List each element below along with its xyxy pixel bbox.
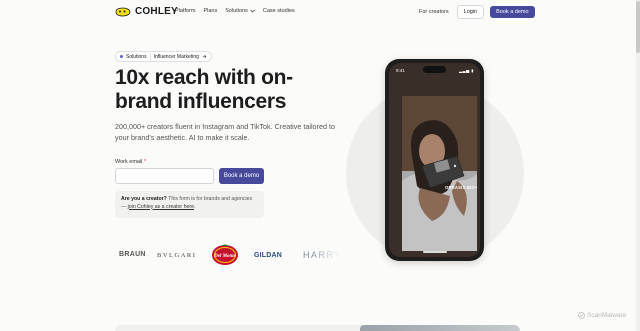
solutions-dot-icon — [120, 55, 123, 58]
svg-text:Del Monte: Del Monte — [213, 254, 237, 259]
status-icons: ▂▃▅ ▮ — [458, 68, 474, 73]
status-time: 9:41 — [396, 68, 405, 73]
brands-fade — [310, 244, 340, 268]
video-overlay-text: ORRASIS BIO+ — [445, 185, 478, 190]
breadcrumb-solutions[interactable]: Solutions — [126, 54, 147, 60]
nav-link-solutions-label: Solutions — [225, 8, 248, 14]
top-nav: COHLEY Platform Plans Solutions Case stu… — [0, 0, 640, 24]
scrollbar[interactable] — [636, 0, 640, 331]
watermark-text: ScanMalware — [587, 312, 627, 319]
hero-subtext: 200,000+ creators fluent in Instagram an… — [115, 122, 335, 142]
nav-book-demo-button[interactable]: Book a demo — [490, 6, 535, 18]
home-indicator — [423, 251, 447, 253]
breadcrumb-current: Influencer Marketing — [153, 53, 199, 60]
arrow-right-icon — [202, 54, 207, 59]
creator-note-end: . — [193, 203, 196, 210]
cohley-logo[interactable]: COHLEY — [115, 6, 178, 17]
nav-links: Platform Plans Solutions Case studies — [175, 8, 295, 14]
gildan-logo: GILDAN — [254, 252, 283, 259]
login-button[interactable]: Login — [456, 5, 485, 19]
email-label-text: Work email — [115, 159, 143, 165]
del-monte-logo: Del Monte — [212, 244, 238, 265]
logo-wordmark: COHLEY — [135, 6, 178, 17]
creator-note: Are you a creator? This form is for bran… — [115, 191, 264, 218]
hero-book-demo-button[interactable]: Book a demo — [219, 168, 264, 184]
influencer-video[interactable] — [402, 96, 477, 251]
phone-notch — [423, 66, 446, 73]
join-as-creator-link[interactable]: join Cohley as a creator here — [128, 204, 194, 210]
phone-mockup: 9:41 ▂▃▅ ▮ ORRASIS BIO+ — [385, 59, 484, 261]
chevron-down-icon — [250, 9, 255, 13]
required-mark: * — [143, 159, 147, 165]
creator-note-title: Are you a creator? — [121, 196, 167, 202]
video-scene-image — [402, 96, 477, 251]
work-email-input[interactable] — [115, 168, 214, 184]
hero-headline: 10x reach with on-brand influencers — [115, 66, 293, 113]
for-creators-link[interactable]: For creators — [419, 9, 449, 15]
nav-link-case-studies[interactable]: Case studies — [263, 8, 295, 14]
next-section-image — [360, 325, 520, 331]
braun-logo: BRAUN — [119, 251, 146, 258]
nav-link-platform[interactable]: Platform — [175, 8, 195, 14]
scrollbar-thumb[interactable] — [636, 1, 640, 53]
phone-screen: 9:41 ▂▃▅ ▮ ORRASIS BIO+ — [389, 63, 480, 257]
email-label: Work email * — [115, 159, 146, 165]
breadcrumb-divider — [149, 52, 151, 61]
bvlgari-logo: BVLGARI — [157, 252, 197, 259]
brand-logos: BRAUN BVLGARI Del Monte GILDAN HARRY — [115, 244, 340, 268]
nav-link-solutions[interactable]: Solutions — [225, 8, 255, 14]
breadcrumb: Solutions Influencer Marketing — [115, 51, 212, 62]
nav-actions: For creators Login Book a demo — [419, 5, 535, 19]
scanmalware-logo-icon — [578, 312, 585, 319]
nav-link-plans[interactable]: Plans — [203, 8, 217, 14]
scanmalware-watermark: ScanMalware — [578, 312, 626, 319]
cohley-logo-icon — [115, 7, 131, 16]
